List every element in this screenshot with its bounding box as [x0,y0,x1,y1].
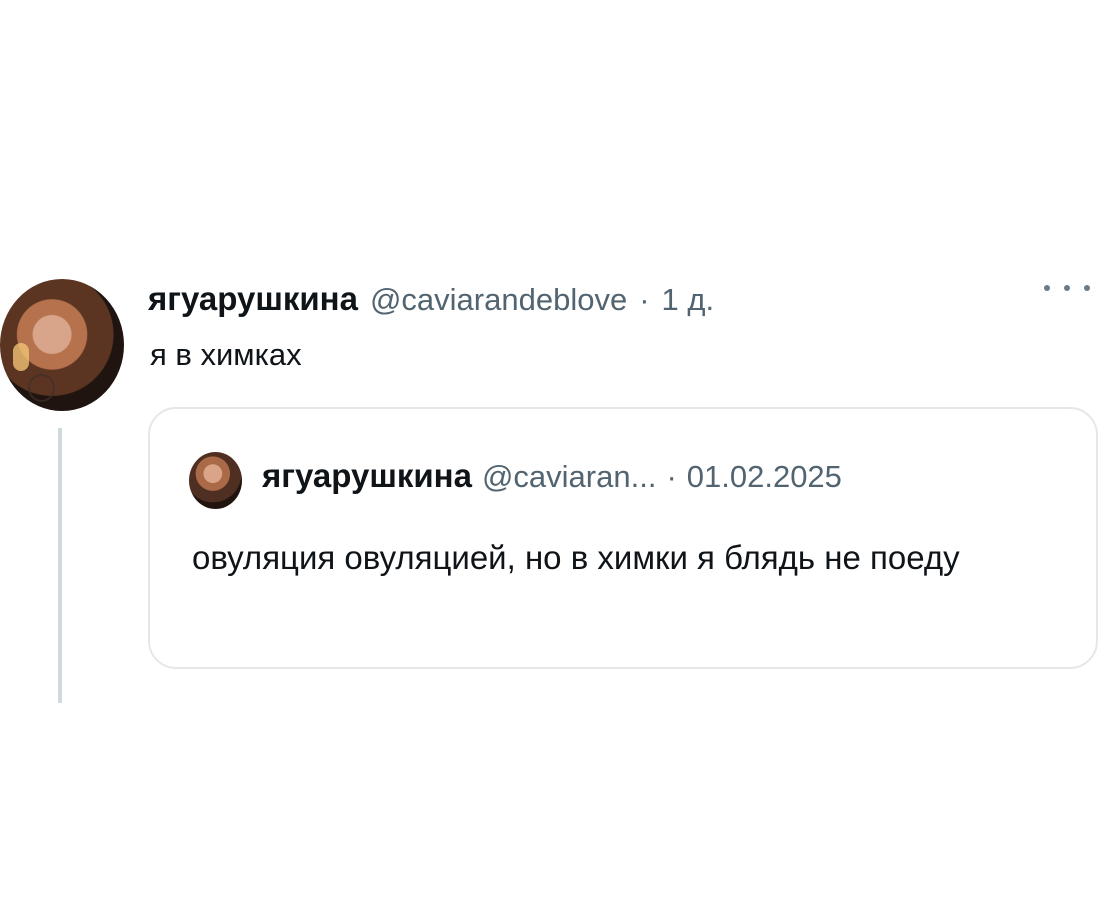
quoted-metadata-separator: · [666,459,677,494]
author-avatar[interactable] [0,279,124,411]
tweet-timestamp[interactable]: 1 д. [662,282,715,318]
author-handle[interactable]: @caviarandeblove [370,282,627,318]
author-display-name[interactable]: ягуарушкина [148,280,358,318]
more-dot-icon [1044,285,1050,291]
tweet-text: я в химках [150,337,302,372]
more-horizontal-icon[interactable] [1044,278,1090,298]
more-dot-icon [1064,285,1070,291]
quoted-tweet-header: ягуарушкина @caviaran... · 01.02.2025 [262,457,842,495]
quoted-tweet-card[interactable]: ягуарушкина @caviaran... · 01.02.2025 ов… [148,407,1098,669]
tweet-card[interactable]: ягуарушкина @caviarandeblove · 1 д. я в … [0,270,1118,710]
thread-line [58,428,62,703]
quoted-author-avatar[interactable] [189,452,242,509]
tweet-header: ягуарушкина @caviarandeblove · 1 д. [148,280,1118,322]
quoted-author-handle[interactable]: @caviaran... [482,459,656,495]
quoted-tweet-text: овуляция овуляцией, но в химки я блядь н… [192,539,960,576]
quoted-author-display-name[interactable]: ягуарушкина [262,457,472,495]
quoted-tweet-date[interactable]: 01.02.2025 [687,459,842,495]
more-dot-icon [1084,285,1090,291]
metadata-separator: · [639,282,650,317]
